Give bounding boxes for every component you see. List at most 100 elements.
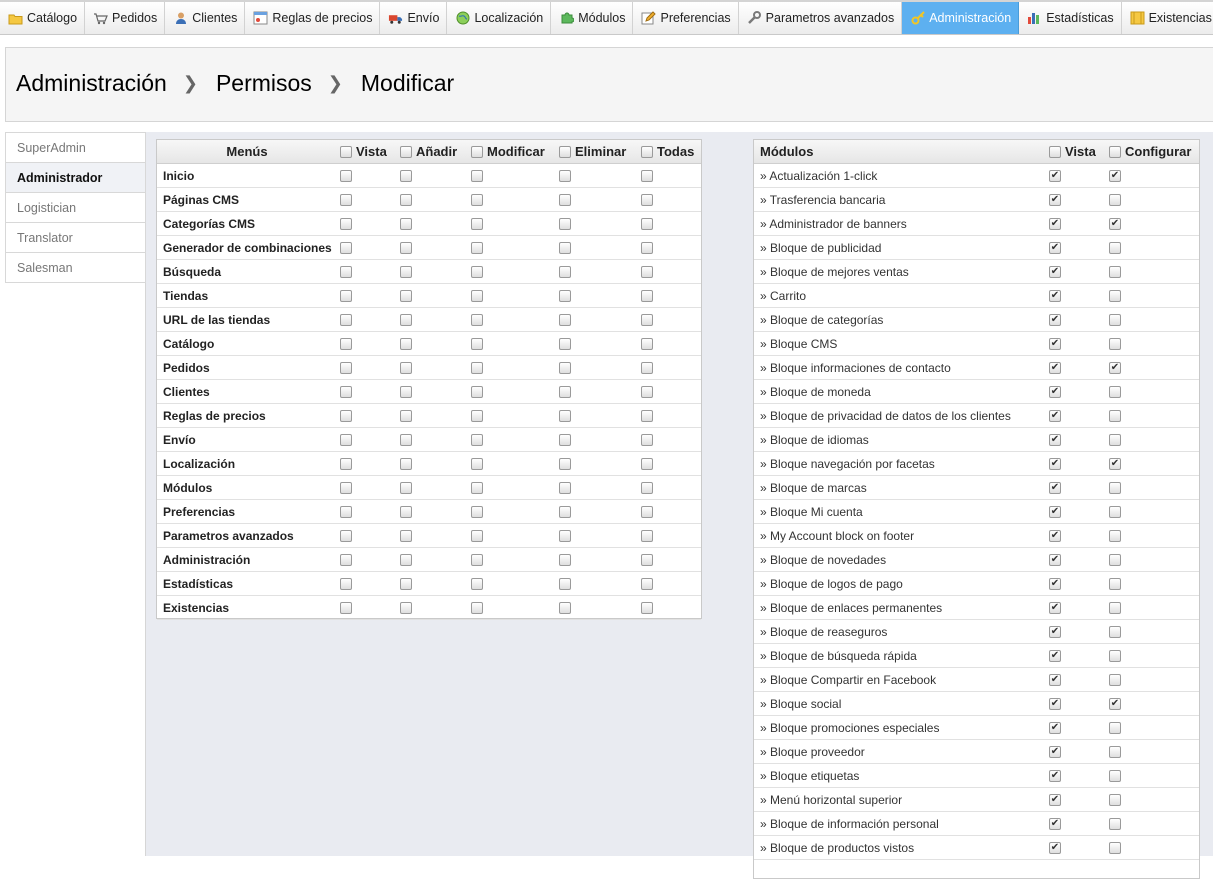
vista-checkbox[interactable]: ✔ [1049,218,1061,230]
vista-checkbox[interactable]: ✔ [1049,554,1061,566]
configurar-checkbox[interactable] [1109,386,1121,398]
todas-checkbox[interactable] [641,458,653,470]
modificar-checkbox[interactable] [471,458,483,470]
todas-checkbox[interactable] [641,578,653,590]
tab-clientes[interactable]: Clientes [165,2,246,34]
configurar-checkbox[interactable]: ✔ [1109,218,1121,230]
vista-checkbox[interactable] [340,410,352,422]
todas-checkbox[interactable] [641,290,653,302]
select-all-añadir-checkbox[interactable] [400,146,412,158]
eliminar-checkbox[interactable] [559,506,571,518]
vista-checkbox[interactable]: ✔ [1049,458,1061,470]
configurar-checkbox[interactable] [1109,818,1121,830]
eliminar-checkbox[interactable] [559,290,571,302]
vista-checkbox[interactable]: ✔ [1049,290,1061,302]
vista-checkbox[interactable] [340,506,352,518]
eliminar-checkbox[interactable] [559,266,571,278]
vista-checkbox[interactable]: ✔ [1049,746,1061,758]
configurar-checkbox[interactable]: ✔ [1109,362,1121,374]
vista-checkbox[interactable]: ✔ [1049,842,1061,854]
vista-checkbox[interactable]: ✔ [1049,722,1061,734]
vista-checkbox[interactable] [340,266,352,278]
configurar-checkbox[interactable] [1109,578,1121,590]
tab-catalogo[interactable]: Catálogo [0,2,86,34]
todas-checkbox[interactable] [641,218,653,230]
todas-checkbox[interactable] [641,410,653,422]
configurar-checkbox[interactable] [1109,506,1121,518]
vista-checkbox[interactable]: ✔ [1049,386,1061,398]
vista-checkbox[interactable] [340,434,352,446]
todas-checkbox[interactable] [641,434,653,446]
configurar-checkbox[interactable]: ✔ [1109,458,1121,470]
eliminar-checkbox[interactable] [559,218,571,230]
vista-checkbox[interactable]: ✔ [1049,170,1061,182]
vista-checkbox[interactable]: ✔ [1049,266,1061,278]
tab-estadisticas[interactable]: Estadísticas [1019,2,1122,34]
vista-checkbox[interactable]: ✔ [1049,314,1061,326]
vista-checkbox[interactable] [340,290,352,302]
modificar-checkbox[interactable] [471,410,483,422]
vista-checkbox[interactable] [340,170,352,182]
añadir-checkbox[interactable] [400,458,412,470]
añadir-checkbox[interactable] [400,554,412,566]
añadir-checkbox[interactable] [400,434,412,446]
configurar-checkbox[interactable] [1109,746,1121,758]
breadcrumb-item-permisos[interactable]: Permisos [216,70,312,97]
configurar-checkbox[interactable] [1109,194,1121,206]
profile-item-logistician[interactable]: Logistician [6,193,145,223]
eliminar-checkbox[interactable] [559,458,571,470]
añadir-checkbox[interactable] [400,314,412,326]
modificar-checkbox[interactable] [471,530,483,542]
vista-checkbox[interactable] [340,530,352,542]
configurar-checkbox[interactable] [1109,338,1121,350]
select-all-todas-checkbox[interactable] [641,146,653,158]
todas-checkbox[interactable] [641,386,653,398]
añadir-checkbox[interactable] [400,530,412,542]
eliminar-checkbox[interactable] [559,386,571,398]
vista-checkbox[interactable]: ✔ [1049,410,1061,422]
modificar-checkbox[interactable] [471,266,483,278]
vista-checkbox[interactable]: ✔ [1049,194,1061,206]
vista-checkbox[interactable]: ✔ [1049,434,1061,446]
añadir-checkbox[interactable] [400,578,412,590]
tab-reglas-de-precios[interactable]: Reglas de precios [245,2,381,34]
modificar-checkbox[interactable] [471,554,483,566]
añadir-checkbox[interactable] [400,410,412,422]
modificar-checkbox[interactable] [471,482,483,494]
tab-modulos[interactable]: Módulos [551,2,634,34]
vista-checkbox[interactable]: ✔ [1049,482,1061,494]
vista-checkbox[interactable] [340,338,352,350]
modificar-checkbox[interactable] [471,578,483,590]
modificar-checkbox[interactable] [471,506,483,518]
añadir-checkbox[interactable] [400,218,412,230]
modificar-checkbox[interactable] [471,314,483,326]
vista-checkbox[interactable]: ✔ [1049,578,1061,590]
eliminar-checkbox[interactable] [559,554,571,566]
vista-checkbox[interactable] [340,362,352,374]
eliminar-checkbox[interactable] [559,482,571,494]
todas-checkbox[interactable] [641,362,653,374]
modificar-checkbox[interactable] [471,386,483,398]
tab-preferencias[interactable]: Preferencias [633,2,739,34]
añadir-checkbox[interactable] [400,170,412,182]
vista-checkbox[interactable] [340,578,352,590]
añadir-checkbox[interactable] [400,386,412,398]
profile-item-administrador[interactable]: Administrador [6,163,145,193]
vista-checkbox[interactable]: ✔ [1049,506,1061,518]
añadir-checkbox[interactable] [400,290,412,302]
añadir-checkbox[interactable] [400,602,412,614]
tab-pedidos[interactable]: Pedidos [85,2,166,34]
eliminar-checkbox[interactable] [559,314,571,326]
modificar-checkbox[interactable] [471,362,483,374]
vista-checkbox[interactable] [340,194,352,206]
configurar-checkbox[interactable] [1109,602,1121,614]
todas-checkbox[interactable] [641,194,653,206]
configurar-checkbox[interactable] [1109,794,1121,806]
todas-checkbox[interactable] [641,242,653,254]
vista-checkbox[interactable]: ✔ [1049,602,1061,614]
select-all-eliminar-checkbox[interactable] [559,146,571,158]
modificar-checkbox[interactable] [471,602,483,614]
configurar-checkbox[interactable] [1109,626,1121,638]
eliminar-checkbox[interactable] [559,410,571,422]
configurar-checkbox[interactable] [1109,266,1121,278]
